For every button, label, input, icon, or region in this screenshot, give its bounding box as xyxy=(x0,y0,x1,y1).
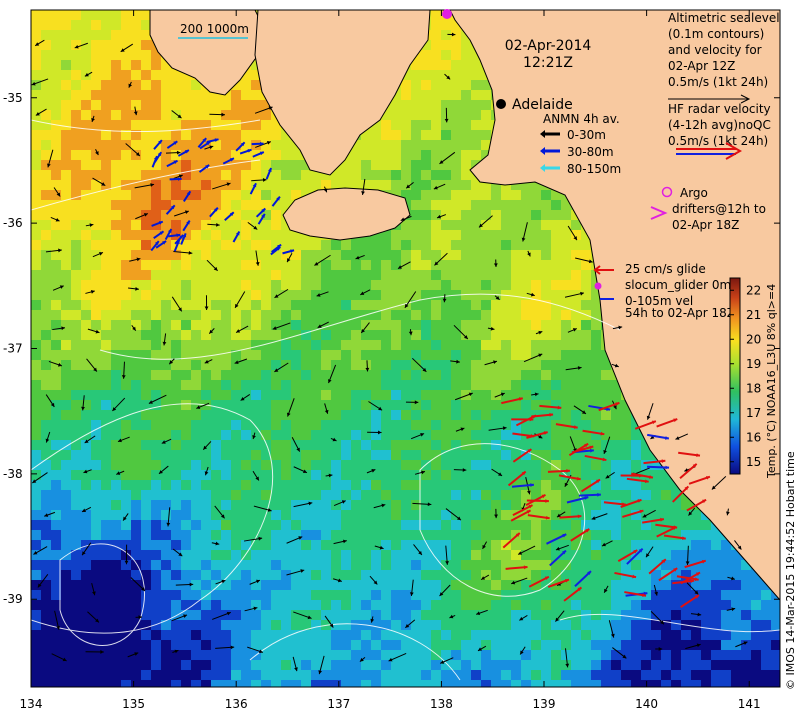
x-tick-label: 139 xyxy=(533,697,556,711)
credit-text: © IMOS 14-Mar-2015 19:44:52 Hobart time xyxy=(784,451,797,690)
legend-glider-line-1: 25 cm/s glide xyxy=(625,262,706,276)
x-tick-label: 136 xyxy=(225,697,248,711)
legend-glider-line-4: 54h to 02-Apr 18Z xyxy=(625,306,735,320)
x-tick-label: 134 xyxy=(20,697,43,711)
colorbar-tick-label: 15 xyxy=(746,455,761,469)
legend-altimetry-line-1: Altimetric sealevel xyxy=(668,11,780,25)
colorbar-tick-label: 20 xyxy=(746,332,761,346)
colorbar-tick-label: 22 xyxy=(746,283,761,297)
date-label: 02-Apr-2014 xyxy=(505,38,592,54)
legend-altimetry-line-3: and velocity for xyxy=(668,43,762,57)
y-tick-label: -36 xyxy=(3,216,23,230)
sst-map: 134 135 136 137 138 139 140 141-35-36-37-38-39 … xyxy=(3,9,797,711)
place-label-adelaide: Adelaide xyxy=(512,97,573,113)
y-tick-label: -37 xyxy=(3,342,23,356)
legend-glider-line-2: slocum_glider 0m xyxy=(625,278,731,292)
colorbar-tick-label: 16 xyxy=(746,430,761,444)
legend-altimetry-line-5: 0.5m/s (1kt 24h) xyxy=(668,75,768,89)
scale-bar: 200 1000m xyxy=(178,22,249,39)
legend-argo-line-2: drifters@12h to xyxy=(672,202,766,216)
x-tick-label: 135 xyxy=(122,697,145,711)
colorbar-tick-label: 18 xyxy=(746,381,761,395)
scale-bar-label: 200 1000m xyxy=(180,22,249,36)
legend-hf-radar-line-2: (4-12h avg)noQC xyxy=(668,118,771,132)
legend-argo-line-1: Argo xyxy=(680,186,708,200)
colorbar-gradient xyxy=(729,277,741,475)
x-tick-label: 138 xyxy=(430,697,453,711)
y-tick-label: -38 xyxy=(3,467,23,481)
x-tick-label: 140 xyxy=(635,697,658,711)
y-tick-label: -39 xyxy=(3,592,23,606)
legend-hf-radar-line-3: 0.5m/s (1kt 24h) xyxy=(668,134,768,148)
time-label: 12:21Z xyxy=(523,55,573,71)
legend-hf-radar-line-1: HF radar velocity xyxy=(668,102,771,116)
legend-altimetry-line-4: 02-Apr 12Z xyxy=(668,59,735,73)
colorbar-label: Temp. (°C) NOAA16_L3U 8% ql>=4 xyxy=(765,284,778,479)
colorbar-tick-label: 17 xyxy=(746,406,761,420)
x-tick-label: 141 xyxy=(738,697,761,711)
y-tick-label: -35 xyxy=(3,91,23,105)
legend-altimetry-line-2: (0.1m contours) xyxy=(668,27,764,41)
argo-drifter-icon xyxy=(442,9,452,19)
legend-argo-line-3: 02-Apr 18Z xyxy=(672,218,739,232)
colorbar-tick-label: 21 xyxy=(746,308,761,322)
x-tick-label: 137 xyxy=(327,697,350,711)
glider-position-icon xyxy=(594,282,602,290)
legend-anmn-title: ANMN 4h av. xyxy=(543,112,620,126)
colorbar-tick-label: 19 xyxy=(746,357,761,371)
